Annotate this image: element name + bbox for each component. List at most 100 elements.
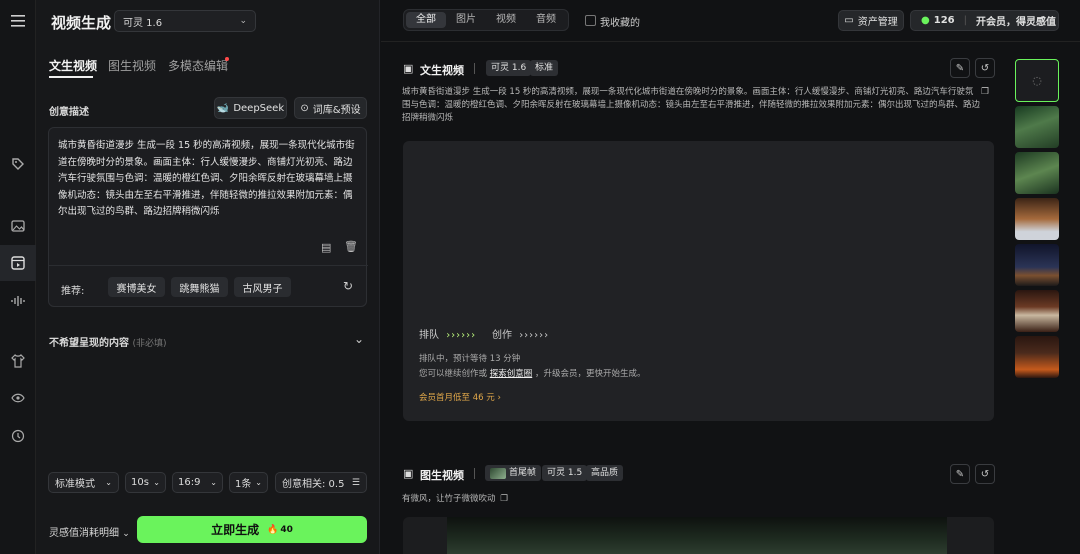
filter-images[interactable]: 图片	[446, 12, 486, 28]
prompt-textarea[interactable]: 城市黄昏街道漫步 生成一段 15 秒的高清视频，展现一条现代化城市街道在傍晚时分…	[58, 138, 358, 221]
copy-icon[interactable]: ❐	[981, 87, 989, 97]
tab-multimodal-edit[interactable]: 多模态编辑	[168, 57, 228, 74]
edit-icon[interactable]: ✎	[950, 58, 970, 78]
queue-progress: ››››››	[446, 330, 477, 341]
prompt-box: 城市黄昏街道漫步 生成一段 15 秒的高清视频，展现一条现代化城市街道在傍晚时分…	[48, 127, 368, 307]
thumbnail-loading[interactable]: ◌	[1015, 59, 1059, 102]
left-rail	[0, 0, 36, 554]
count-select[interactable]: 1条 ⌄	[229, 472, 268, 493]
first-last-frame-badge: 首尾帧	[485, 465, 542, 481]
menu-icon[interactable]	[0, 3, 36, 39]
vip-label: 开会员，得灵感值	[975, 17, 1056, 28]
copy-icon[interactable]: ❐	[500, 494, 508, 504]
generate-button[interactable]: 立即生成 🔥 40	[137, 516, 367, 543]
model-select-value: 可灵 1.6	[123, 17, 163, 29]
model-select[interactable]: 可灵 1.6 ⌄	[114, 10, 256, 32]
filter-videos[interactable]: 视频	[486, 12, 526, 28]
video-type-icon: ▣	[403, 62, 414, 75]
thumbnail-bamboo-1[interactable]	[1015, 106, 1059, 148]
dictionary-preset-button[interactable]: ⊙ 词库&预设	[294, 97, 367, 119]
history-feed: ▣ 文生视频 可灵 1.6 标准 ✎ ↺ 城市黄昏街道漫步 生成一段 15 秒的…	[381, 43, 1080, 554]
video-icon[interactable]	[0, 245, 36, 281]
tab-underline	[49, 76, 93, 78]
refresh-icon[interactable]: ↻	[343, 279, 353, 293]
count-value: 1条	[235, 479, 252, 490]
recommend-label: 推荐:	[61, 286, 85, 297]
flame-icon: ●	[921, 15, 930, 26]
filter-segmented-control: 全部 图片 视频 音频	[403, 9, 569, 31]
ratio-value: 16:9	[178, 477, 201, 488]
pin-icon: ⊙	[300, 102, 309, 114]
chevron-down-icon: ⌄	[153, 478, 160, 487]
trash-icon[interactable]: 🗑	[344, 240, 358, 253]
vip-offer-text: 会员首月低至 46 元	[419, 393, 495, 403]
page-title: 视频生成	[51, 14, 112, 32]
save-icon[interactable]: ▤	[321, 241, 331, 254]
edit-icon[interactable]: ✎	[950, 464, 970, 484]
relevance-slider-button[interactable]: 创意相关: 0.5 ☰	[275, 472, 367, 493]
cost-detail-link[interactable]: 灵感值消耗明细 ⌄	[49, 524, 130, 539]
card-prompt-text: 有微风，让竹子微微吹动	[402, 494, 496, 504]
quality-badge: 高品质	[586, 465, 624, 481]
regenerate-icon[interactable]: ↺	[975, 58, 995, 78]
membership-button[interactable]: ● 126 | 开会员，得灵感值	[910, 10, 1059, 31]
video-type-icon: ▣	[403, 467, 414, 480]
recommend-chip[interactable]: 古风男子	[234, 277, 291, 297]
vip-offer-link[interactable]: 会员首月低至 46 元 ›	[419, 391, 501, 403]
queue-label: 排队 ››››››	[419, 326, 476, 341]
thumbnail-bedroom[interactable]	[1015, 198, 1059, 240]
chevron-down-icon: ⌄	[239, 16, 247, 26]
shirt-icon[interactable]	[0, 343, 36, 379]
folder-icon: ▭	[844, 15, 854, 26]
favorites-checkbox[interactable]	[585, 15, 596, 26]
tab-image-to-video[interactable]: 图生视频	[108, 57, 156, 74]
negative-prompt-text: 不希望呈现的内容	[49, 338, 129, 349]
thumbnail-window[interactable]	[1015, 290, 1059, 332]
card-type-label: 文生视频	[420, 64, 464, 77]
duration-select[interactable]: 10s ⌄	[125, 472, 166, 493]
chevron-down-icon: ⌄	[105, 478, 112, 487]
card-prompt: 城市黄昏街道漫步 生成一段 15 秒的高清视频，展现一条现代化城市街道在傍晚时分…	[402, 87, 981, 123]
generate-label: 立即生成	[211, 523, 260, 537]
sliders-icon: ☰	[351, 477, 360, 488]
eye-icon[interactable]	[0, 380, 36, 416]
recommend-chip[interactable]: 跳舞熊猫	[171, 277, 228, 297]
chevron-down-icon[interactable]: ⌄	[354, 332, 364, 346]
thumbnail-strip: ◌	[1015, 59, 1059, 379]
chevron-down-icon: ⌄	[255, 478, 262, 487]
deepseek-button[interactable]: 🐋 DeepSeek	[214, 97, 287, 119]
filter-all[interactable]: 全部	[406, 12, 446, 28]
create-label: 创作 ››››››	[492, 326, 549, 341]
chevron-right-icon: ›	[497, 393, 501, 403]
divider	[49, 265, 368, 266]
recommend-chip[interactable]: 赛博美女	[108, 277, 165, 297]
thumbnail-cabin-night[interactable]	[1015, 244, 1059, 286]
image-icon[interactable]	[0, 208, 36, 244]
explore-link[interactable]: 探索创意圈	[490, 369, 533, 379]
audio-icon[interactable]	[0, 283, 36, 319]
thumbnail-bamboo-2[interactable]	[1015, 152, 1059, 194]
points-count: 126	[933, 15, 955, 26]
regenerate-icon[interactable]: ↺	[975, 464, 995, 484]
tag-icon[interactable]	[0, 146, 36, 182]
top-bar: 全部 图片 视频 音频 我收藏的 ▭ 资产管理 ● 126 | 开会员，得灵感值	[381, 0, 1080, 42]
thumbnail-fireplace[interactable]	[1015, 336, 1059, 378]
video-preview[interactable]	[403, 517, 994, 554]
new-dot-badge	[225, 57, 229, 61]
mode-value: 标准模式	[55, 479, 95, 490]
asset-management-button[interactable]: ▭ 资产管理	[838, 10, 904, 31]
divider	[474, 468, 475, 479]
tab-text-to-video[interactable]: 文生视频	[49, 57, 97, 74]
chevron-down-icon: ⌄	[210, 478, 217, 487]
optional-hint: (非必填)	[132, 339, 167, 349]
ratio-select[interactable]: 16:9 ⌄	[172, 472, 223, 493]
favorites-label: 我收藏的	[600, 18, 640, 29]
asset-management-label: 资产管理	[857, 17, 898, 28]
flame-icon: 🔥	[267, 524, 279, 535]
queue-text: 排队	[419, 330, 439, 341]
history-icon[interactable]	[0, 418, 36, 454]
queue-status: 排队中，预计等待 13 分钟	[419, 354, 521, 364]
mode-select[interactable]: 标准模式 ⌄	[48, 472, 119, 493]
negative-prompt-label: 不希望呈现的内容 (非必填)	[49, 334, 167, 349]
filter-audio[interactable]: 音频	[526, 12, 566, 28]
